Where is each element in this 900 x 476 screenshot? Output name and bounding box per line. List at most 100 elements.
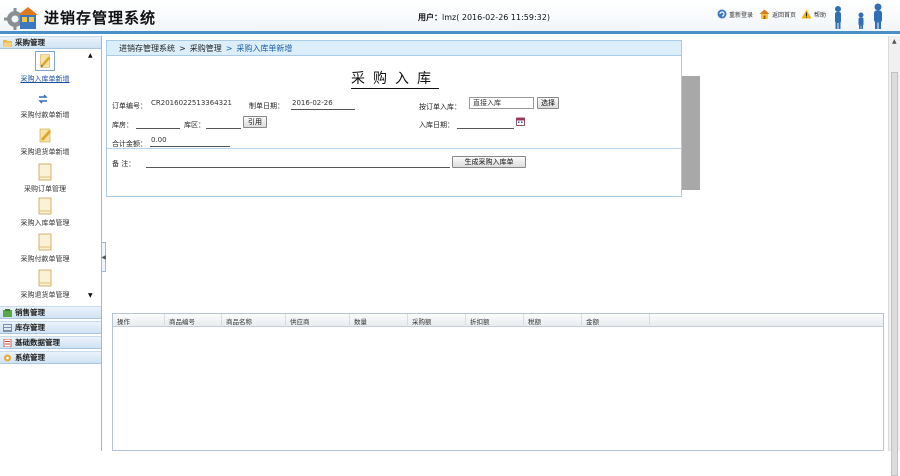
breadcrumb-separator: >: [179, 43, 186, 53]
sidebar-item-label: 采购退货单管理: [20, 291, 70, 299]
menu-scroll-up-button[interactable]: ▲: [88, 52, 93, 59]
breadcrumb-current: 采购入库单新增: [236, 43, 293, 53]
warehouse-input[interactable]: [136, 118, 180, 129]
sidebar-item-purchase-order-mgmt[interactable]: 采购订单管理: [0, 163, 90, 194]
sidebar-section-base-data[interactable]: 基础数据管理: [0, 336, 101, 349]
sidebar-item-purchase-in-mgmt[interactable]: 采购入库单管理: [0, 197, 90, 228]
sidebar-item-label: 采购入库单管理: [20, 219, 70, 227]
people-silhouette-icon: [835, 3, 882, 29]
generate-purchase-in-button[interactable]: 生成采购入库单: [452, 156, 526, 168]
sidebar-section-purchase-label: 采购管理: [15, 38, 45, 47]
grid-header: 操作 商品编号 商品名称 供应商 数量 采购额 折扣额 税额 金额: [113, 314, 883, 327]
arrows-exchange-icon: [38, 94, 48, 104]
sidebar-item-purchase-pay-mgmt[interactable]: 采购付款单管理: [0, 233, 90, 264]
purchase-in-form: 采购入库 订单编号： CR2016022513364321 制单日期： 2016…: [106, 56, 682, 197]
in-date-input[interactable]: [457, 118, 514, 129]
sales-icon: [3, 308, 12, 317]
main-content: 进销存管理系统 > 采购管理 > 采购入库单新增 采购入库 订单编号： CR20…: [106, 36, 888, 451]
calendar-icon[interactable]: [516, 117, 525, 126]
grid-col-header[interactable]: 商品编号: [165, 314, 222, 327]
reference-button[interactable]: 引用: [243, 116, 267, 128]
document-icon: [38, 163, 52, 181]
remark-input[interactable]: [146, 157, 450, 168]
sidebar-item-purchase-in-new[interactable]: 采购入库单新增: [0, 51, 90, 84]
grid-col-header[interactable]: 税额: [524, 314, 582, 327]
user-label: 用户：: [418, 13, 442, 22]
sidebar-section-stock[interactable]: 库存管理: [0, 321, 101, 334]
sidebar-item-label: 采购付款单管理: [20, 255, 70, 263]
order-no-label: 订单编号：: [112, 102, 147, 110]
scroll-thumb[interactable]: [891, 72, 898, 476]
document-icon: [38, 233, 52, 251]
by-order-input[interactable]: 直接入库: [469, 97, 534, 109]
help-link[interactable]: 帮助: [801, 9, 826, 19]
sidebar-section-base-data-label: 基础数据管理: [15, 338, 60, 347]
sidebar: 采购管理 采购入库单新增 采购付款单新增 采购退货单新增 采购订单管理 采购入库…: [0, 36, 102, 451]
grid-col-header[interactable]: 金额: [582, 314, 650, 327]
home-icon: [759, 9, 770, 19]
sidebar-section-stock-label: 库存管理: [15, 323, 45, 332]
help-label: 帮助: [814, 11, 827, 19]
purchase-menu: 采购入库单新增 采购付款单新增 采购退货单新增 采购订单管理 采购入库单管理 采…: [0, 50, 101, 304]
grey-block: [682, 76, 700, 190]
app-title: 进销存管理系统: [44, 9, 157, 27]
home-link[interactable]: 返回首页: [759, 9, 796, 19]
items-grid: 操作 商品编号 商品名称 供应商 数量 采购额 折扣额 税额 金额: [112, 313, 884, 451]
relogin-link[interactable]: 重新登录: [717, 9, 753, 19]
menu-scroll-down-button[interactable]: ▼: [88, 292, 93, 299]
warehouse-label: 库房：: [112, 121, 133, 129]
make-date-input[interactable]: 2016-02-26: [291, 99, 355, 110]
sidebar-item-label: 采购付款单新增: [20, 111, 70, 119]
folder-open-icon: [3, 39, 12, 47]
form-title: 采购入库: [351, 71, 439, 89]
sidebar-section-purchase[interactable]: 采购管理: [0, 36, 101, 49]
sidebar-section-sales[interactable]: 销售管理: [0, 306, 101, 319]
grid-col-header[interactable]: 折扣额: [466, 314, 524, 327]
breadcrumb-root[interactable]: 进销存管理系统: [119, 43, 175, 54]
select-button[interactable]: 选择: [537, 97, 559, 109]
sidebar-section-system[interactable]: 系统管理: [0, 351, 101, 364]
warning-icon: [801, 9, 812, 19]
scroll-up-arrow[interactable]: ▲: [892, 38, 897, 45]
home-label: 返回首页: [772, 11, 797, 19]
grid-col-header[interactable]: 商品名称: [222, 314, 286, 327]
remark-label: 备 注：: [112, 160, 136, 168]
sidebar-item-purchase-pay-new[interactable]: 采购付款单新增: [0, 110, 90, 120]
grid-col-header[interactable]: 数量: [350, 314, 408, 327]
relogin-label: 重新登录: [729, 11, 754, 19]
breadcrumb-separator: >: [225, 43, 233, 53]
total-value: 0.00: [150, 136, 230, 147]
user-value: lmz( 2016-02-26 11:59:32): [442, 13, 550, 22]
in-date-label: 入库日期：: [419, 121, 454, 129]
document-icon: [38, 269, 52, 287]
breadcrumb: 进销存管理系统 > 采购管理 > 采购入库单新增: [106, 40, 682, 56]
sidebar-item-purchase-return-new[interactable]: 采购退货单新增: [0, 126, 90, 157]
pencil-paper-icon: [35, 51, 55, 71]
top-header: 进销存管理系统 用户：lmz( 2016-02-26 11:59:32) 重新登…: [0, 0, 900, 34]
document-icon: [38, 197, 52, 215]
refresh-icon: [717, 9, 727, 19]
breadcrumb-level1[interactable]: 采购管理: [190, 43, 222, 54]
make-date-label: 制单日期：: [249, 102, 284, 110]
database-icon: [3, 338, 12, 347]
by-order-label: 按订单入库：: [419, 103, 461, 111]
user-info: 用户：lmz( 2016-02-26 11:59:32): [418, 12, 550, 23]
order-no-value: CR2016022513364321: [151, 99, 233, 107]
area-input[interactable]: [206, 118, 241, 129]
sidebar-item-label: 采购入库单新增: [20, 75, 70, 83]
grid-col-header[interactable]: 供应商: [286, 314, 350, 327]
stock-icon: [3, 323, 12, 332]
form-divider: [107, 148, 681, 149]
area-label: 库区：: [184, 121, 205, 129]
grid-col-header[interactable]: 操作: [113, 314, 165, 327]
logo-gear-house-icon: [4, 7, 38, 30]
sidebar-item-purchase-return-mgmt[interactable]: 采购退货单管理: [0, 269, 90, 300]
pencil-paper-icon: [39, 128, 51, 143]
sidebar-section-sales-label: 销售管理: [15, 308, 45, 317]
system-gear-icon: [4, 354, 11, 361]
sidebar-item-label: 采购订单管理: [24, 185, 66, 193]
sidebar-section-system-label: 系统管理: [15, 353, 45, 362]
grid-col-header[interactable]: 采购额: [408, 314, 466, 327]
sidebar-item-label: 采购退货单新增: [20, 148, 70, 156]
page-vertical-scrollbar[interactable]: ▲: [888, 36, 900, 476]
